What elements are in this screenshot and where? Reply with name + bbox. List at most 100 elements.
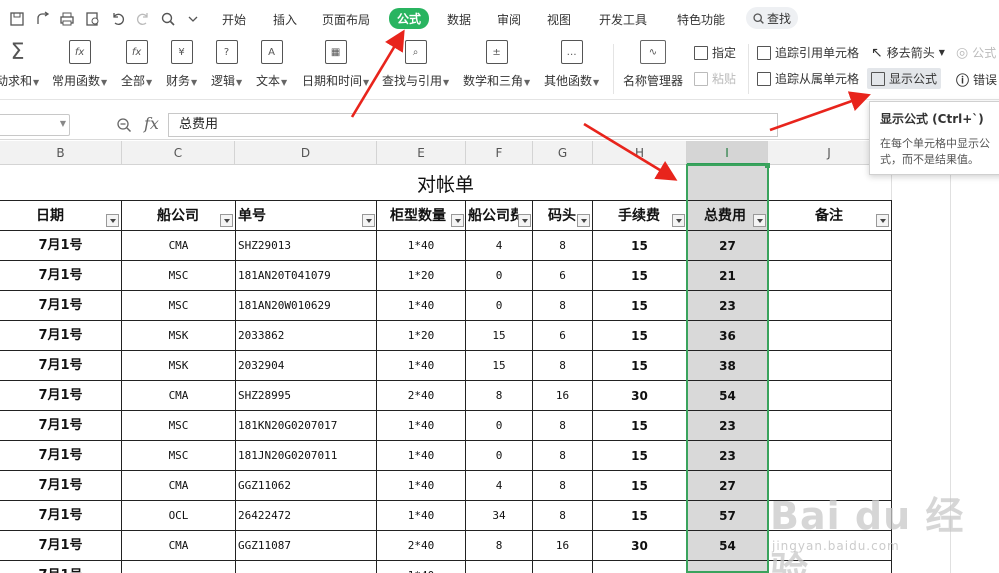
cell-handling-fee[interactable]: 30 — [593, 531, 686, 561]
cell-container-qty[interactable]: 1*40 — [377, 501, 465, 531]
lookup-reference-button[interactable]: ⌕ 查找与引用▼ — [382, 40, 449, 89]
cell-date[interactable]: 7月1号 — [0, 411, 121, 441]
cell-date[interactable]: 7月1号 — [0, 321, 121, 351]
cell-container-qty[interactable]: 1*20 — [377, 261, 465, 291]
error-check-button[interactable]: ⓘ 错误 — [956, 70, 997, 89]
cell-total-fee[interactable]: 23 — [687, 441, 768, 471]
cell-shipping-fee[interactable]: 0 — [466, 441, 532, 471]
redo-icon[interactable] — [134, 10, 152, 28]
cell-terminal[interactable]: 8 — [533, 441, 592, 471]
cell-total-fee[interactable]: 38 — [687, 351, 768, 381]
column-header-h[interactable]: H — [593, 141, 687, 165]
header-terminal[interactable]: 码头 — [548, 202, 576, 230]
cell-terminal[interactable]: 16 — [533, 531, 592, 561]
cell-handling-fee[interactable]: 15 — [593, 501, 686, 531]
trace-dependents-button[interactable]: 追踪从属单元格 — [757, 70, 859, 87]
cell-shipping-company[interactable]: CMA — [122, 471, 235, 501]
name-manager-button[interactable]: ∿ 名称管理器 — [623, 40, 683, 89]
formula-audit-button[interactable]: ◎ 公式 — [956, 44, 996, 61]
cell-handling-fee[interactable]: 15 — [593, 231, 686, 261]
cell-handling-fee[interactable] — [593, 561, 686, 573]
tab-formulas[interactable]: 公式 — [389, 8, 430, 29]
cell-terminal[interactable] — [533, 561, 592, 573]
common-functions-button[interactable]: fx 常用函数▼ — [52, 40, 107, 89]
cell-handling-fee[interactable]: 15 — [593, 441, 686, 471]
cell-shipping-company[interactable]: CMA — [122, 531, 235, 561]
datetime-button[interactable]: ▦ 日期和时间▼ — [302, 40, 369, 89]
cell-handling-fee[interactable]: 30 — [593, 381, 686, 411]
cell-date[interactable]: 7月1号 — [0, 261, 121, 291]
header-handling-fee[interactable]: 手续费 — [618, 202, 660, 230]
cell-shipping-fee[interactable]: 15 — [466, 321, 532, 351]
tab-insert[interactable]: 插入 — [273, 11, 297, 28]
cell-total-fee[interactable]: 54 — [687, 531, 768, 561]
cell-terminal[interactable]: 6 — [533, 261, 592, 291]
cell-order-number[interactable]: GGZ11087 — [238, 531, 376, 561]
cell-shipping-fee[interactable]: 0 — [466, 291, 532, 321]
cell-order-number[interactable]: 181JN20G0207011 — [238, 441, 376, 471]
math-trig-button[interactable]: ± 数学和三角▼ — [463, 40, 530, 89]
cell-total-fee[interactable]: 36 — [687, 321, 768, 351]
cell-shipping-company[interactable]: MSK — [122, 351, 235, 381]
cell-terminal[interactable]: 8 — [533, 291, 592, 321]
filter-dropdown-icon[interactable] — [753, 214, 766, 227]
cell-container-qty[interactable]: 1*40 — [377, 441, 465, 471]
cell-order-number[interactable]: 2032904 — [238, 351, 376, 381]
tab-special-features[interactable]: 特色功能 — [677, 11, 725, 28]
formula-input[interactable]: 总费用 — [168, 113, 778, 137]
cell-date[interactable]: 7月1号 — [0, 561, 121, 573]
cell-terminal[interactable]: 16 — [533, 381, 592, 411]
filter-dropdown-icon[interactable] — [106, 214, 119, 227]
column-header-c[interactable]: C — [122, 141, 235, 165]
cell-shipping-fee[interactable]: 8 — [466, 531, 532, 561]
cell-shipping-fee[interactable]: 0 — [466, 411, 532, 441]
text-functions-button[interactable]: A 文本▼ — [256, 40, 287, 89]
cell-remarks[interactable] — [769, 351, 891, 381]
cell-shipping-company[interactable]: MSC — [122, 411, 235, 441]
column-header-i[interactable]: I — [687, 141, 768, 165]
cell-shipping-fee[interactable]: 4 — [466, 231, 532, 261]
insert-function-icon[interactable]: fx — [144, 114, 159, 133]
cell-remarks[interactable] — [769, 231, 891, 261]
cell-date[interactable]: 7月1号 — [0, 291, 121, 321]
cell-terminal[interactable]: 8 — [533, 501, 592, 531]
cell-handling-fee[interactable]: 15 — [593, 321, 686, 351]
cell-remarks[interactable] — [769, 321, 891, 351]
column-header-f[interactable]: F — [466, 141, 533, 165]
cell-shipping-company[interactable]: CMA — [122, 231, 235, 261]
cell-date[interactable]: 7月1号 — [0, 501, 121, 531]
print-preview-icon[interactable] — [84, 10, 102, 28]
cell-handling-fee[interactable]: 15 — [593, 261, 686, 291]
cell-total-fee[interactable]: 21 — [687, 261, 768, 291]
logic-button[interactable]: ? 逻辑▼ — [211, 40, 242, 89]
filter-dropdown-icon[interactable] — [672, 214, 685, 227]
cell-shipping-company[interactable]: MSC — [122, 261, 235, 291]
cell-date[interactable]: 7月1号 — [0, 231, 121, 261]
header-total-fee[interactable]: 总费用 — [704, 202, 746, 230]
filter-dropdown-icon[interactable] — [876, 214, 889, 227]
cell-shipping-fee[interactable]: 8 — [466, 381, 532, 411]
cell-total-fee[interactable]: 27 — [687, 471, 768, 501]
zoom-icon[interactable] — [116, 117, 132, 136]
column-header-d[interactable]: D — [235, 141, 377, 165]
cell-shipping-company[interactable]: MSC — [122, 291, 235, 321]
tab-developer[interactable]: 开发工具 — [599, 11, 647, 28]
cell-order-number[interactable]: 181KN20G0207017 — [238, 411, 376, 441]
filter-dropdown-icon[interactable] — [518, 214, 531, 227]
cell-container-qty[interactable]: 1*40 — [377, 231, 465, 261]
other-functions-button[interactable]: … 其他函数▼ — [544, 40, 599, 89]
cell-container-qty[interactable]: 1*40 — [377, 351, 465, 381]
cell-total-fee[interactable]: 27 — [687, 231, 768, 261]
cell-terminal[interactable]: 8 — [533, 351, 592, 381]
tab-view[interactable]: 视图 — [547, 11, 571, 28]
search-button[interactable]: 查找 — [746, 7, 798, 29]
cell-date[interactable]: 7月1号 — [0, 531, 121, 561]
tab-home[interactable]: 开始 — [222, 11, 246, 28]
sheet-title[interactable]: 对帐单 — [0, 165, 891, 200]
share-icon[interactable] — [34, 10, 52, 28]
cell-terminal[interactable]: 8 — [533, 471, 592, 501]
column-header-b[interactable]: B — [0, 141, 122, 165]
cell-order-number[interactable]: 181AN20W010629 — [238, 291, 376, 321]
header-container-qty[interactable]: 柜型数量 — [390, 202, 446, 230]
cell-terminal[interactable]: 8 — [533, 231, 592, 261]
